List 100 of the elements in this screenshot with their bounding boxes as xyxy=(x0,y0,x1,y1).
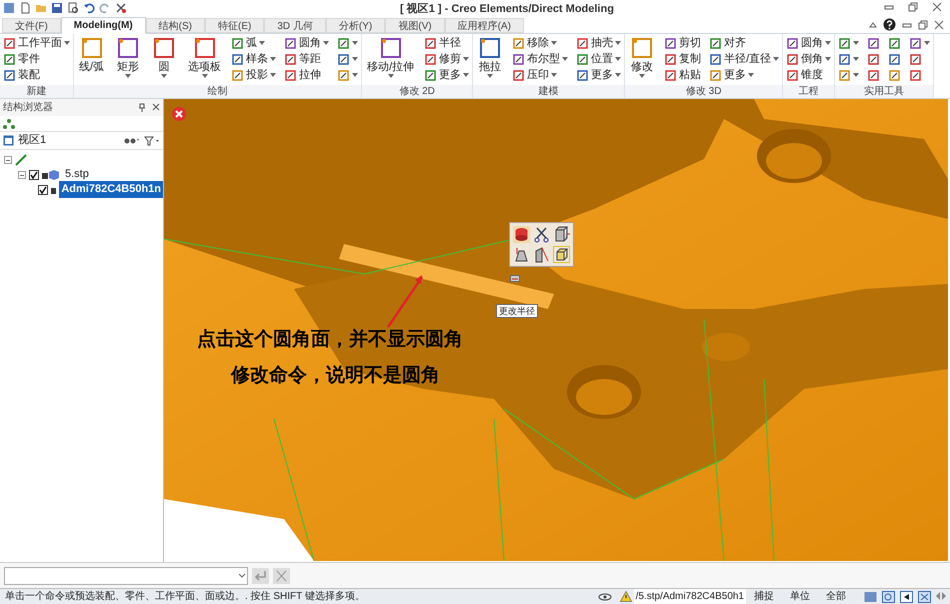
taper-icon[interactable] xyxy=(513,246,530,263)
window-icon[interactable] xyxy=(864,590,877,602)
caret-icon[interactable] xyxy=(64,41,70,45)
ribbon-button[interactable]: 位置 xyxy=(576,52,622,66)
caret-icon[interactable] xyxy=(125,74,132,78)
ribbon-button[interactable]: 拖拉 xyxy=(476,36,504,84)
ribbon-button[interactable]: 半径/直径 xyxy=(709,52,780,66)
ribbon-button[interactable]: 倒角 xyxy=(786,52,832,66)
ribbon-button[interactable]: 锥度 xyxy=(786,68,824,82)
ribbon-tab[interactable]: 分析(Y) xyxy=(326,18,386,33)
caret-icon[interactable] xyxy=(352,73,358,77)
ribbon-button[interactable]: 修改 xyxy=(628,36,656,84)
caret-icon[interactable] xyxy=(639,74,646,78)
status-field[interactable]: 单位 xyxy=(782,589,818,604)
caret-icon[interactable] xyxy=(463,57,470,61)
caret-icon[interactable] xyxy=(551,41,558,45)
ribbon-button[interactable]: 等距 xyxy=(284,52,322,66)
tree-item[interactable]: 5.stp xyxy=(63,166,91,183)
ribbon-button[interactable]: 压印 xyxy=(512,68,558,82)
scroll-arrows-icon[interactable] xyxy=(936,590,946,600)
pin-icon[interactable] xyxy=(138,103,146,112)
tool-button[interactable] xyxy=(867,68,880,82)
tool-button[interactable] xyxy=(838,68,860,82)
ribbon-button[interactable]: 工作平面 xyxy=(3,36,70,50)
close-icon[interactable] xyxy=(152,103,160,111)
cylinder-icon[interactable] xyxy=(513,226,530,243)
eye-icon[interactable] xyxy=(598,592,612,602)
ribbon-button[interactable]: 线/弧 xyxy=(77,36,106,84)
ribbon-button[interactable]: 圆角 xyxy=(284,36,330,50)
caret-icon[interactable] xyxy=(853,73,860,77)
ribbon-button[interactable]: 对齐 xyxy=(709,36,746,50)
ribbon-button[interactable]: 更多 xyxy=(709,68,754,82)
tools-icon[interactable] xyxy=(115,2,129,14)
caret-icon[interactable] xyxy=(615,73,622,77)
tool-button[interactable] xyxy=(337,68,358,82)
tool-button[interactable] xyxy=(867,36,880,50)
ribbon-button[interactable]: 移动/拉伸 xyxy=(365,36,416,84)
enter-icon[interactable] xyxy=(252,568,269,584)
caret-icon[interactable] xyxy=(463,73,470,77)
close-icon[interactable] xyxy=(932,2,942,12)
ribbon-button[interactable]: 复制 xyxy=(664,52,702,66)
help-icon[interactable] xyxy=(883,18,896,31)
ribbon-button[interactable]: 更多 xyxy=(424,68,470,82)
ribbon-button[interactable]: 拉伸 xyxy=(284,68,322,82)
ribbon-button[interactable]: 选项板 xyxy=(186,36,224,84)
ribbon-button[interactable]: 投影 xyxy=(231,68,276,82)
caret-icon[interactable] xyxy=(161,74,168,78)
ribbon-tab[interactable]: 3D 几何 xyxy=(264,18,326,33)
undo-icon[interactable] xyxy=(83,2,95,14)
caret-icon[interactable] xyxy=(352,41,358,45)
app-icon[interactable] xyxy=(3,2,15,14)
ribbon-button[interactable]: 移除 xyxy=(512,36,558,50)
collapse-ribbon-icon[interactable] xyxy=(869,20,877,28)
box-icon[interactable] xyxy=(553,226,570,243)
ribbon-button[interactable]: 抽壳 xyxy=(576,36,622,50)
ribbon-button[interactable]: 更多 xyxy=(576,68,622,82)
tool-button[interactable] xyxy=(337,52,358,66)
caret-icon[interactable] xyxy=(270,73,276,77)
caret-icon[interactable] xyxy=(853,41,860,45)
caret-icon[interactable] xyxy=(388,74,394,78)
checkbox[interactable] xyxy=(29,170,39,180)
expander-icon[interactable] xyxy=(4,156,12,164)
ribbon-button[interactable]: 修剪 xyxy=(424,52,470,66)
tree-item[interactable]: Admi782C4B50h1n xyxy=(59,181,163,198)
caret-icon[interactable] xyxy=(853,57,860,61)
caret-icon[interactable] xyxy=(270,57,276,61)
caret-icon[interactable] xyxy=(615,41,622,45)
filter-icon[interactable] xyxy=(144,136,160,146)
tool-button[interactable] xyxy=(337,36,358,50)
ribbon-button[interactable]: 半径 xyxy=(424,36,462,50)
restore-icon[interactable] xyxy=(908,2,918,12)
tool-button[interactable] xyxy=(909,52,922,66)
restore-icon[interactable] xyxy=(918,20,928,30)
caret-icon[interactable] xyxy=(562,57,568,61)
tool-button[interactable] xyxy=(888,36,902,50)
command-input-field[interactable] xyxy=(4,566,248,584)
ribbon-button[interactable]: 零件 xyxy=(3,52,40,66)
error-icon[interactable] xyxy=(172,107,186,121)
ribbon-button[interactable]: 圆角 xyxy=(786,36,832,50)
scissors-icon[interactable] xyxy=(533,226,550,243)
ribbon-button[interactable]: 粘贴 xyxy=(664,68,702,82)
caret-icon[interactable] xyxy=(551,73,558,77)
caret-icon[interactable] xyxy=(202,74,208,78)
caret-icon[interactable] xyxy=(615,57,622,61)
ribbon-tab[interactable]: Modeling(M) xyxy=(60,17,146,34)
close-icon[interactable] xyxy=(934,20,944,30)
ribbon-button[interactable]: 弧 xyxy=(231,36,266,50)
caret-icon[interactable] xyxy=(487,74,494,78)
caret-icon[interactable] xyxy=(323,41,330,45)
caret-icon[interactable] xyxy=(748,73,754,77)
checkbox[interactable] xyxy=(38,184,48,194)
caret-icon[interactable] xyxy=(924,41,930,45)
binoculars-icon[interactable] xyxy=(124,136,140,145)
ribbon-button[interactable]: 剪切 xyxy=(664,36,702,50)
caret-icon[interactable] xyxy=(773,57,780,61)
cube-icon[interactable] xyxy=(553,246,570,263)
play-left-icon[interactable] xyxy=(900,590,913,602)
caret-icon[interactable] xyxy=(825,57,832,61)
tool-button[interactable] xyxy=(888,52,902,66)
expander-icon[interactable] xyxy=(18,170,26,178)
